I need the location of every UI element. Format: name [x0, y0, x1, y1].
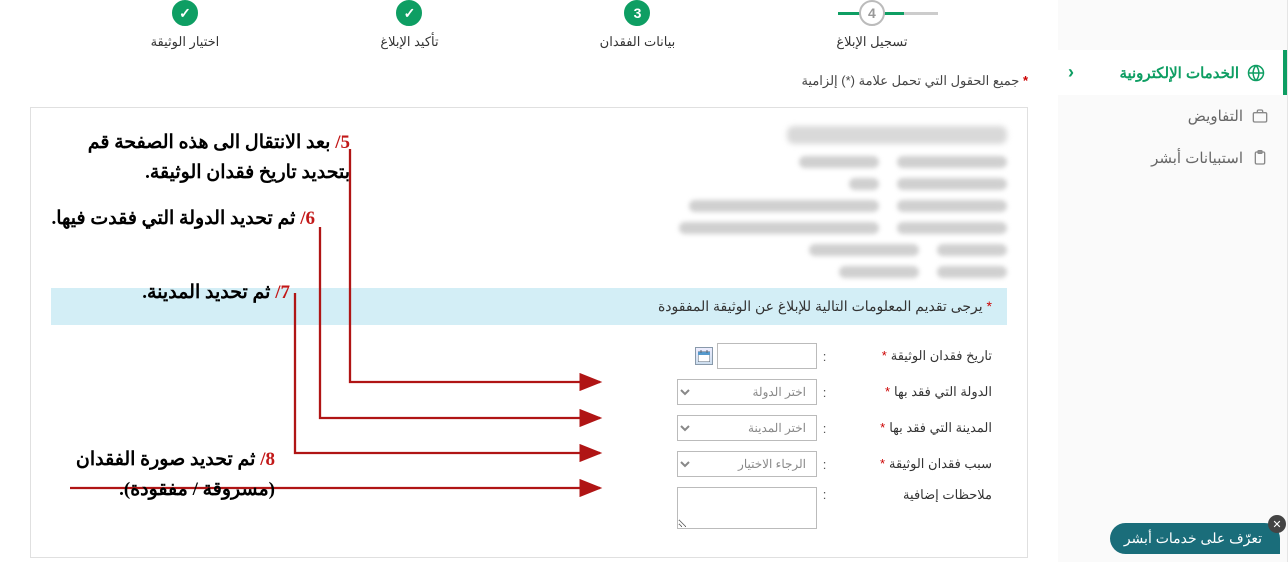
step-4-label: تسجيل الإبلاغ [836, 34, 907, 50]
reason-select[interactable]: الرجاء الاختيار [677, 451, 817, 477]
close-icon[interactable]: ✕ [1268, 515, 1286, 533]
sidebar-item-surveys[interactable]: استبيانات أبشر [1058, 137, 1287, 179]
step-2-circle: ✓ [396, 0, 422, 26]
absher-services-pill[interactable]: ✕ تعرّف على خدمات أبشر [1110, 523, 1280, 554]
step-1-circle: ✓ [172, 0, 198, 26]
progress-stepper: ✓ اختيار الوثيقة ✓ تأكيد الإبلاغ 3 بيانا… [10, 0, 1048, 50]
sidebar-item-label: التفاويض [1188, 107, 1243, 125]
loss-form: تاريخ فقدان الوثيقة* : الدولة التي فقد ب… [51, 325, 1007, 549]
sidebar-item-label: الخدمات الإلكترونية [1119, 64, 1239, 82]
step-4: 4 تسجيل الإبلاغ [836, 0, 907, 50]
chevron-left-icon: ‹ [1068, 62, 1074, 83]
form-section-header: * يرجى تقديم المعلومات التالية للإبلاغ ع… [51, 288, 1007, 325]
sidebar-item-authorizations[interactable]: التفاويض [1058, 95, 1287, 137]
loss-date-input[interactable] [717, 343, 817, 369]
step-2-label: تأكيد الإبلاغ [380, 34, 438, 50]
pill-text: تعرّف على خدمات أبشر [1124, 530, 1262, 546]
calendar-icon[interactable] [695, 347, 713, 365]
document-info-panel: * يرجى تقديم المعلومات التالية للإبلاغ ع… [30, 107, 1028, 558]
notes-label: ملاحظات إضافية [832, 487, 992, 503]
city-label: المدينة التي فقد بها* [832, 420, 992, 436]
step-1-label: اختيار الوثيقة [151, 34, 220, 50]
sidebar-item-label: استبيانات أبشر [1151, 149, 1243, 167]
country-label: الدولة التي فقد بها* [832, 384, 992, 400]
sidebar-item-eservices[interactable]: الخدمات الإلكترونية ‹ [1058, 50, 1287, 95]
step-2: ✓ تأكيد الإبلاغ [380, 0, 438, 50]
mandatory-fields-note: * جميع الحقول التي تحمل علامة (*) إلزامي… [10, 65, 1048, 97]
blurred-title [787, 126, 1007, 144]
reason-label: سبب فقدان الوثيقة* [832, 456, 992, 472]
briefcase-icon [1251, 107, 1269, 125]
step-3-label: بيانات الفقدان [600, 34, 676, 50]
step-4-circle: 4 [859, 0, 885, 26]
step-3-circle: 3 [624, 0, 650, 26]
city-select[interactable]: اختر المدينة [677, 415, 817, 441]
notes-textarea[interactable] [677, 487, 817, 529]
country-select[interactable]: اختر الدولة [677, 379, 817, 405]
sidebar: الخدمات الإلكترونية ‹ التفاويض استبيانات… [1058, 0, 1288, 562]
step-1: ✓ اختيار الوثيقة [151, 0, 220, 50]
clipboard-icon [1251, 149, 1269, 167]
loss-date-label: تاريخ فقدان الوثيقة* [832, 348, 992, 364]
globe-icon [1247, 64, 1265, 82]
step-3: 3 بيانات الفقدان [600, 0, 676, 50]
